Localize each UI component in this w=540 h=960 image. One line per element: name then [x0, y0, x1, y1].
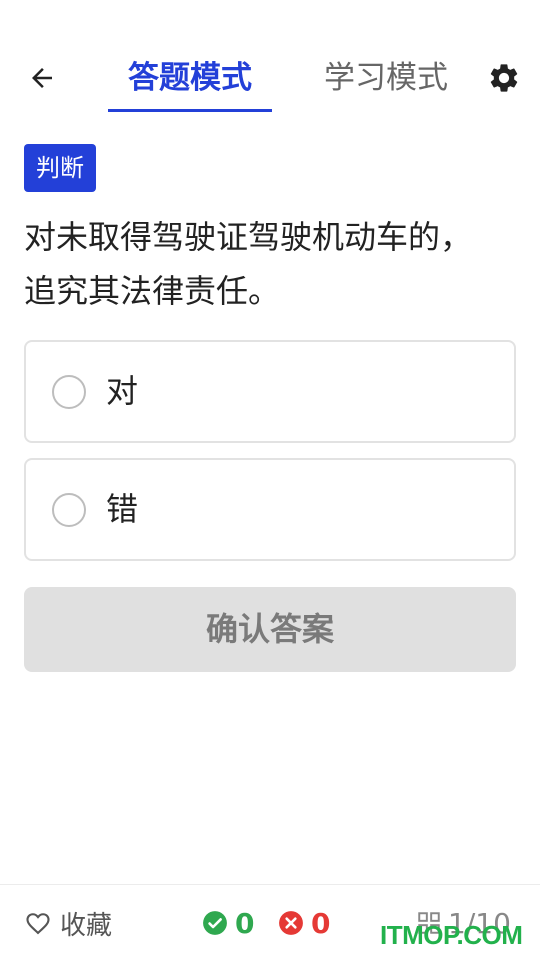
- correct-count: 0: [202, 905, 254, 941]
- settings-button[interactable]: [484, 58, 524, 98]
- wrong-count-value: 0: [311, 906, 331, 940]
- x-circle-icon: [279, 911, 303, 935]
- option-false[interactable]: 错: [24, 458, 516, 561]
- confirm-answer-button[interactable]: 确认答案: [24, 587, 516, 672]
- arrow-left-icon: [32, 68, 52, 88]
- radio-unchecked-icon: [52, 493, 86, 527]
- option-label: 错: [106, 490, 139, 528]
- option-true[interactable]: 对: [24, 340, 516, 443]
- question-type-badge: 判断: [24, 144, 96, 192]
- check-circle-icon: [203, 911, 227, 935]
- option-label: 对: [106, 372, 139, 410]
- top-bar: 答题模式 学习模式: [0, 0, 540, 112]
- gear-icon: [490, 64, 518, 92]
- heart-icon: [26, 913, 50, 935]
- favorite-label: 收藏: [60, 910, 113, 941]
- wrong-count: 0: [278, 905, 330, 941]
- favorite-button[interactable]: 收藏: [24, 905, 112, 941]
- question-text: 对未取得驾驶证驾驶机动车的，追究其法律责任。: [24, 218, 473, 310]
- correct-count-value: 0: [235, 906, 255, 940]
- radio-unchecked-icon: [52, 375, 86, 409]
- back-button[interactable]: [22, 58, 62, 98]
- watermark-logo: ITMOP.COM: [380, 920, 523, 950]
- tab-exam-mode[interactable]: 答题模式: [108, 56, 272, 112]
- tab-study-mode[interactable]: 学习模式: [304, 56, 468, 112]
